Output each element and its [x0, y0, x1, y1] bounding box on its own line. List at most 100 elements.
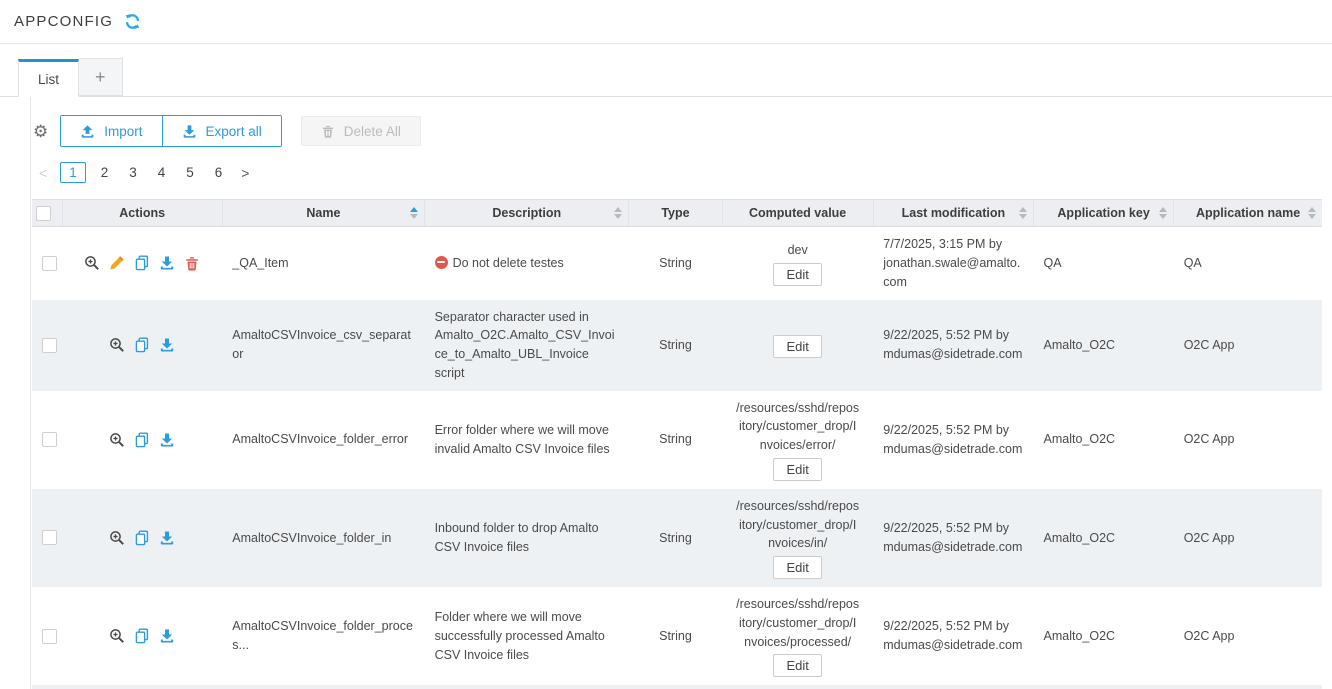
row-checkbox[interactable] — [42, 432, 57, 447]
table-row: AmaltoCSVInvoice_csv_separator Separator… — [32, 300, 1322, 391]
application-key: Amalto_O2C — [1034, 391, 1174, 489]
column-header-application-name[interactable]: Application name — [1196, 206, 1300, 220]
edit-value-button[interactable]: Edit — [773, 654, 821, 677]
zoom-view-icon[interactable] — [109, 337, 125, 353]
computed-value-cell: /resources/sshd/repository/customer_drop… — [722, 391, 873, 489]
zoom-view-icon[interactable] — [84, 255, 100, 271]
import-export-group: Import Export all — [60, 115, 282, 147]
no-entry-icon — [435, 256, 448, 269]
computed-value-cell: Edit — [722, 300, 873, 391]
row-checkbox[interactable] — [42, 629, 57, 644]
config-description: Folder where we will move successfully p… — [425, 587, 629, 685]
table-row: AmaltoCSVInvoice_folder_proces... Folder… — [32, 587, 1322, 685]
copy-icon[interactable] — [134, 337, 150, 353]
zoom-view-icon[interactable] — [109, 530, 125, 546]
table-header-row: Actions Name Description Type Computed v… — [32, 200, 1322, 227]
sort-icon[interactable] — [1019, 207, 1027, 219]
gear-icon[interactable]: ⚙ — [33, 123, 48, 140]
next-row-partial — [32, 685, 1322, 689]
import-button[interactable]: Import — [61, 116, 161, 146]
select-all-checkbox[interactable] — [36, 206, 51, 221]
edit-value-button[interactable]: Edit — [773, 335, 821, 358]
config-name: AmaltoCSVInvoice_csv_separator — [222, 300, 424, 391]
copy-icon[interactable] — [134, 255, 150, 271]
tab-list[interactable]: List — [18, 59, 79, 97]
sort-icon[interactable] — [1159, 207, 1167, 219]
download-icon[interactable] — [159, 255, 175, 271]
application-key: QA — [1034, 227, 1174, 300]
copy-icon[interactable] — [134, 432, 150, 448]
row-checkbox[interactable] — [42, 530, 57, 545]
tab-add[interactable]: + — [79, 58, 123, 96]
copy-icon[interactable] — [134, 530, 150, 546]
sort-icon[interactable] — [410, 207, 418, 219]
download-icon[interactable] — [159, 337, 175, 353]
page-button-4[interactable]: 4 — [152, 162, 172, 183]
download-icon[interactable] — [159, 432, 175, 448]
computed-value: /resources/sshd/repository/customer_drop… — [736, 399, 859, 455]
last-modification: 9/22/2025, 5:52 PM by mdumas@sidetrade.c… — [873, 489, 1033, 587]
row-checkbox[interactable] — [42, 338, 57, 353]
sort-icon[interactable] — [1308, 207, 1316, 219]
config-name: AmaltoCSVInvoice_folder_proces... — [222, 587, 424, 685]
refresh-icon[interactable] — [124, 13, 141, 30]
sort-icon[interactable] — [614, 207, 622, 219]
config-name: _QA_Item — [222, 227, 424, 300]
column-header-description[interactable]: Description — [492, 206, 561, 220]
config-type: String — [629, 391, 722, 489]
config-table: Actions Name Description Type Computed v… — [32, 199, 1322, 685]
delete-all-button[interactable]: Delete All — [301, 116, 421, 146]
page-button-1[interactable]: 1 — [60, 162, 86, 183]
export-all-button[interactable]: Export all — [162, 116, 281, 146]
description-text: Do not delete testes — [453, 256, 564, 270]
computed-value: /resources/sshd/repository/customer_drop… — [736, 595, 859, 651]
trash-icon[interactable] — [184, 255, 200, 271]
application-name: O2C App — [1174, 489, 1322, 587]
last-modification: 9/22/2025, 5:52 PM by mdumas@sidetrade.c… — [873, 391, 1033, 489]
edit-pencil-icon[interactable] — [109, 255, 125, 271]
table-row: _QA_Item Do not delete testes String dev… — [32, 227, 1322, 300]
download-icon[interactable] — [159, 530, 175, 546]
export-all-button-label: Export all — [206, 124, 262, 139]
zoom-view-icon[interactable] — [109, 628, 125, 644]
column-header-application-key[interactable]: Application key — [1057, 206, 1149, 220]
application-key: Amalto_O2C — [1034, 489, 1174, 587]
application-name: O2C App — [1174, 391, 1322, 489]
copy-icon[interactable] — [134, 628, 150, 644]
edit-value-button[interactable]: Edit — [773, 556, 821, 579]
column-header-computed-value: Computed value — [749, 206, 846, 220]
page-title: APPCONFIG — [14, 13, 113, 30]
plus-icon: + — [95, 67, 106, 88]
download-icon[interactable] — [159, 628, 175, 644]
column-header-name[interactable]: Name — [306, 206, 340, 220]
chevron-left-icon[interactable]: < — [35, 163, 51, 183]
table-row: AmaltoCSVInvoice_folder_error Error fold… — [32, 391, 1322, 489]
row-checkbox[interactable] — [42, 256, 57, 271]
config-name: AmaltoCSVInvoice_folder_in — [222, 489, 424, 587]
edit-value-button[interactable]: Edit — [773, 263, 821, 286]
config-description: Error folder where we will move invalid … — [425, 391, 629, 489]
application-key: Amalto_O2C — [1034, 300, 1174, 391]
column-header-actions: Actions — [119, 206, 165, 220]
pagination: < 1 2 3 4 5 6 > — [35, 162, 1332, 183]
page-button-6[interactable]: 6 — [209, 162, 229, 183]
chevron-right-icon[interactable]: > — [237, 163, 253, 183]
config-type: String — [629, 227, 722, 300]
import-button-label: Import — [104, 124, 142, 139]
column-header-last-modification[interactable]: Last modification — [902, 206, 1005, 220]
last-modification: 7/7/2025, 3:15 PM by jonathan.swale@amal… — [873, 227, 1033, 300]
last-modification: 9/22/2025, 5:52 PM by mdumas@sidetrade.c… — [873, 300, 1033, 391]
application-key: Amalto_O2C — [1034, 587, 1174, 685]
page-button-3[interactable]: 3 — [123, 162, 143, 183]
config-type: String — [629, 489, 722, 587]
tab-list-label: List — [38, 72, 59, 87]
column-header-type: Type — [661, 206, 689, 220]
page-button-2[interactable]: 2 — [95, 162, 115, 183]
application-name: QA — [1174, 227, 1322, 300]
edit-value-button[interactable]: Edit — [773, 458, 821, 481]
computed-value: /resources/sshd/repository/customer_drop… — [736, 497, 859, 553]
zoom-view-icon[interactable] — [109, 432, 125, 448]
page-button-5[interactable]: 5 — [180, 162, 200, 183]
computed-value: dev — [736, 241, 859, 260]
config-name: AmaltoCSVInvoice_folder_error — [222, 391, 424, 489]
